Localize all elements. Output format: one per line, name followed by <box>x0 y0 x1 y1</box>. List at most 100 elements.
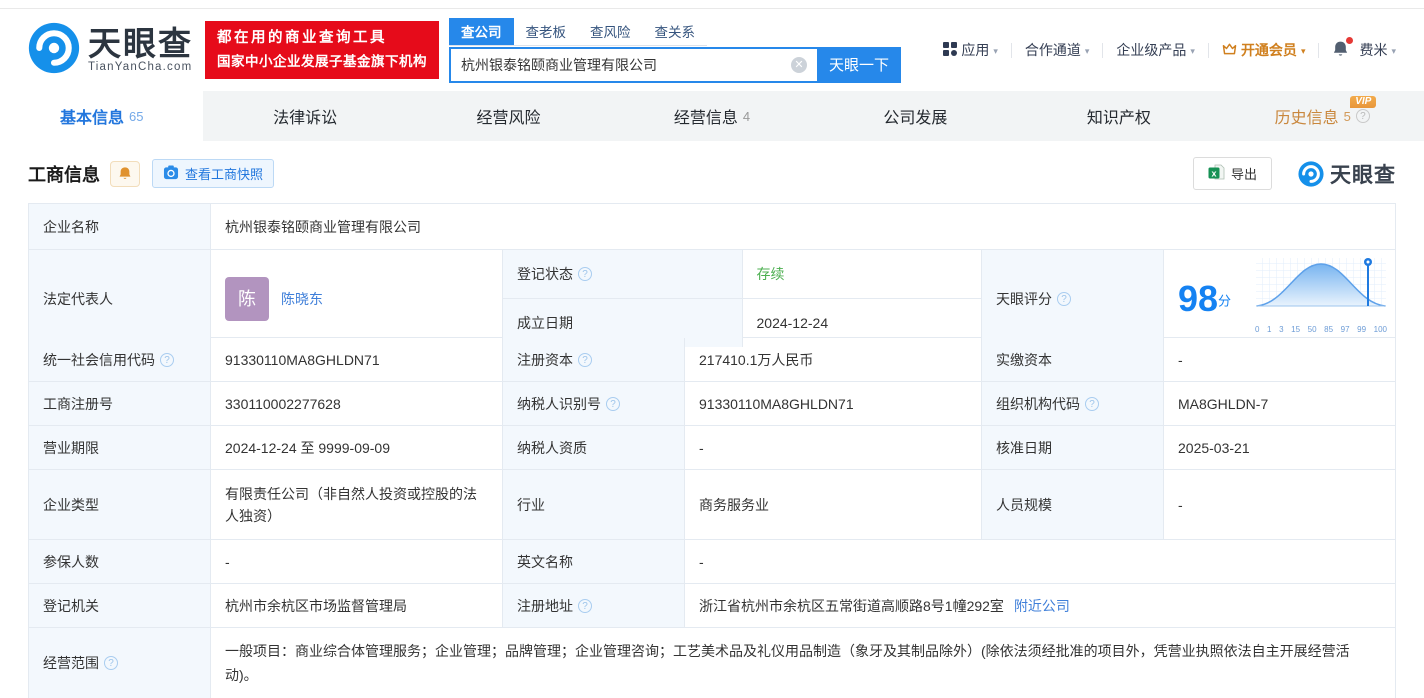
tab-label: 基本信息 <box>59 110 124 127</box>
search-tab-boss[interactable]: 查老板 <box>514 18 579 45</box>
field-label: 营业期限 <box>29 426 211 469</box>
help-icon[interactable]: ? <box>104 656 118 670</box>
tianyancha-logo[interactable]: 天眼查 TianYanCha.com <box>28 22 193 79</box>
tab-company-development[interactable]: 公司发展 <box>814 91 1017 141</box>
tab-operation-risk[interactable]: 经营风险 <box>407 91 610 141</box>
taxpayer-id-value: 91330110MA8GHLDN71 <box>685 382 982 425</box>
table-row: 统一社会信用代码? 91330110MA8GHLDN71 注册资本? 21741… <box>29 338 1395 382</box>
export-button-label: 导出 <box>1230 167 1257 182</box>
taxpayer-quality-value: - <box>685 426 982 469</box>
field-label: 实缴资本 <box>982 338 1164 381</box>
nav-apps[interactable]: 应用 ▾ <box>943 40 998 60</box>
field-label: 英文名称 <box>503 540 685 583</box>
nav-user-menu[interactable]: 费米 ▾ <box>1359 40 1396 60</box>
score-distribution-chart: 01 3 15 50 85 97 99 100 <box>1255 256 1387 341</box>
chevron-down-icon: ▾ <box>993 45 998 56</box>
tab-legal-litigation[interactable]: 法律诉讼 <box>203 91 406 141</box>
search-tab-risk[interactable]: 查风险 <box>578 18 643 45</box>
org-code-value: MA8GHLDN-7 <box>1178 395 1269 412</box>
nav-divider <box>1318 42 1320 58</box>
avatar[interactable]: 陈 <box>225 276 269 321</box>
field-label: 人员规模 <box>982 470 1164 539</box>
tab-label: 公司发展 <box>883 110 948 127</box>
help-icon[interactable]: ? <box>578 267 592 281</box>
reg-address-value: 浙江省杭州市余杭区五常街道高顺路8号1幢292室 <box>699 597 1004 614</box>
page-tab-bar: 基本信息 65 法律诉讼 经营风险 经营信息 4 公司发展 知识产权 历史信息 … <box>0 91 1424 141</box>
nav-enterprise[interactable]: 企业级产品 ▾ <box>1116 40 1195 60</box>
field-label: 法定代表人 <box>29 250 211 347</box>
search-tab-relation[interactable]: 查关系 <box>643 18 708 45</box>
field-label: 登记机关 <box>29 584 211 627</box>
table-row: 法定代表人 陈 陈晓东 登记状态? 存续 成立日期 2024-12-24 天眼评… <box>29 250 1395 347</box>
watermark-text: 天眼查 <box>1330 163 1396 187</box>
tianyancha-logo-icon <box>28 22 80 79</box>
nav-partner[interactable]: 合作通道 ▾ <box>1025 40 1090 60</box>
camera-icon <box>163 164 179 183</box>
field-label: 工商注册号 <box>29 382 211 425</box>
nav-divider <box>1010 42 1012 58</box>
nearby-companies-link[interactable]: 附近公司 <box>1014 595 1070 617</box>
tab-label: 法律诉讼 <box>273 110 338 127</box>
tab-label: 经营信息 <box>673 110 738 127</box>
tab-operation-info[interactable]: 经营信息 4 <box>610 91 813 141</box>
table-row: 经营范围? 一般项目：商业综合体管理服务；企业管理；品牌管理；企业管理咨询；工艺… <box>29 628 1395 698</box>
table-row: 企业名称 杭州银泰铭颐商业管理有限公司 <box>29 204 1395 250</box>
search-tab-company[interactable]: 查公司 <box>449 17 514 45</box>
excel-icon: x <box>1208 164 1225 183</box>
chevron-down-icon: ▾ <box>1190 45 1195 56</box>
insured-count-value: - <box>211 540 503 583</box>
field-label: 纳税人资质 <box>503 426 685 469</box>
tianyancha-logo-icon <box>1298 160 1324 187</box>
help-icon[interactable]: ? <box>160 352 174 367</box>
field-label: 注册资本? <box>503 338 685 381</box>
header: 天眼查 TianYanCha.com 都在用的商业查询工具 国家中小企业发展子基… <box>0 9 1424 91</box>
nav-divider <box>1102 42 1104 58</box>
export-button[interactable]: x 导出 <box>1192 157 1272 190</box>
chevron-down-icon: ▾ <box>1084 45 1090 56</box>
tab-count: 65 <box>128 108 144 124</box>
notification-bell-icon[interactable] <box>1332 36 1354 61</box>
promo-banner-line1: 都在用的商业查询工具 <box>217 30 387 46</box>
nav-partner-label: 合作通道 <box>1024 42 1081 58</box>
reg-capital-value: 217410.1万人民币 <box>685 338 982 381</box>
tab-count: 4 <box>742 108 751 124</box>
help-icon[interactable]: ? <box>1355 109 1370 123</box>
field-label: 登记状态? <box>503 250 743 298</box>
nav-divider <box>1207 42 1209 58</box>
logo-title: 天眼查 <box>88 25 193 62</box>
field-label: 纳税人识别号? <box>503 382 685 425</box>
help-icon[interactable]: ? <box>1085 396 1099 411</box>
reg-authority-value: 杭州市余杭区市场监督管理局 <box>211 584 503 627</box>
search-area: 查公司 查老板 查风险 查关系 ✕ 天眼一下 <box>449 17 901 83</box>
nav-open-vip[interactable]: 开通会员 ▾ <box>1222 40 1306 60</box>
score-cell: 98分 0 1 3 15 50 85 97 99 100 <box>1164 250 1395 347</box>
help-icon[interactable]: ? <box>578 598 592 613</box>
page-top-divider <box>0 0 1424 9</box>
tab-basic-info[interactable]: 基本信息 65 <box>0 91 204 141</box>
help-icon[interactable]: ? <box>606 396 620 411</box>
help-icon[interactable]: ? <box>1057 291 1071 306</box>
search-clear-icon[interactable]: ✕ <box>791 56 807 73</box>
field-label: 经营范围? <box>29 628 211 698</box>
monitor-bell-button[interactable] <box>110 160 140 187</box>
reg-status-value: 存续 <box>756 266 785 282</box>
search-input[interactable] <box>449 46 817 83</box>
reg-number-value: 330110002277628 <box>211 382 503 425</box>
section-title: 工商信息 <box>28 164 100 185</box>
help-icon[interactable]: ? <box>578 352 592 367</box>
business-scope-value: 一般项目：商业综合体管理服务；企业管理；品牌管理；企业管理咨询；工艺美术品及礼仪… <box>225 643 1350 683</box>
snapshot-button[interactable]: 查看工商快照 <box>152 159 275 188</box>
chevron-down-icon: ▾ <box>1300 45 1306 56</box>
field-label: 组织机构代码? <box>982 382 1164 425</box>
logo-subtitle: TianYanCha.com <box>88 61 193 73</box>
section-header: 工商信息 查看工商快照 x 导出 天眼查 <box>28 157 1396 190</box>
field-label: 注册地址? <box>503 584 685 627</box>
crown-icon <box>1222 42 1237 58</box>
business-info-table: 企业名称 杭州银泰铭颐商业管理有限公司 法定代表人 陈 陈晓东 登记状态? 存续… <box>28 203 1396 698</box>
staff-size-value: - <box>1178 496 1183 513</box>
search-button[interactable]: 天眼一下 <box>817 46 901 83</box>
tab-history-info[interactable]: 历史信息 5 ? VIP <box>1221 91 1424 141</box>
legal-rep-link[interactable]: 陈晓东 <box>281 288 323 310</box>
tab-intellectual-property[interactable]: 知识产权 <box>1017 91 1220 141</box>
company-type-value: 有限责任公司（非自然人投资或控股的法人独资） <box>211 470 503 539</box>
